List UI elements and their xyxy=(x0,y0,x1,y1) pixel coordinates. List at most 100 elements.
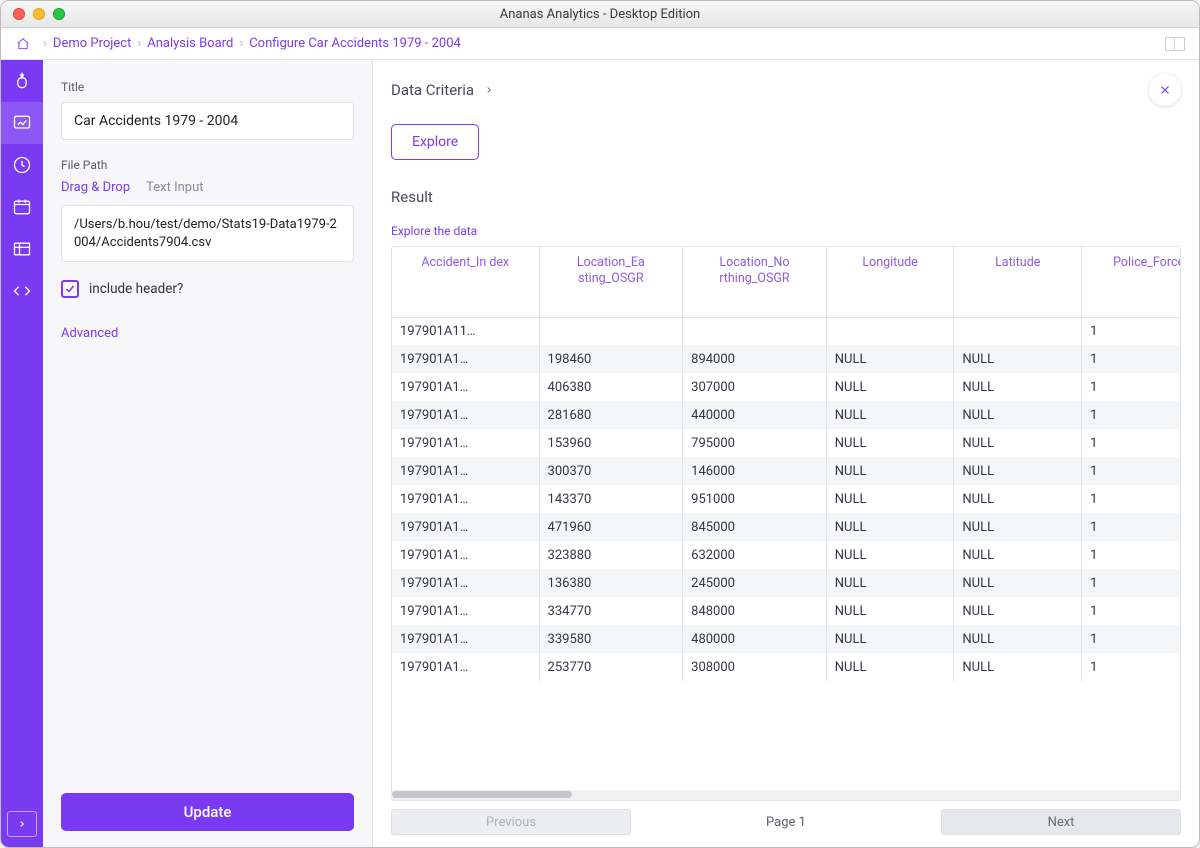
table-cell: 1 xyxy=(1082,317,1180,345)
table-cell: 1 xyxy=(1082,653,1180,681)
breadcrumb-step[interactable]: Configure Car Accidents 1979 - 2004 xyxy=(249,36,461,51)
table-row[interactable]: 197901A1…281680440000NULLNULL1322 xyxy=(392,401,1180,429)
window-minimize-icon[interactable] xyxy=(33,8,45,20)
table-cell: 339580 xyxy=(539,625,683,653)
explore-button[interactable]: Explore xyxy=(391,124,479,160)
tab-text-input[interactable]: Text Input xyxy=(146,180,203,195)
table-cell: 848000 xyxy=(683,597,827,625)
nav-code-icon[interactable] xyxy=(1,270,43,312)
table-cell: 323880 xyxy=(539,541,683,569)
breadcrumb-project[interactable]: Demo Project xyxy=(53,36,131,51)
tab-drag-drop[interactable]: Drag & Drop xyxy=(61,180,130,195)
column-header[interactable]: Police_Force xyxy=(1082,247,1180,317)
table-cell: 197901A1… xyxy=(392,569,539,597)
table-cell: 1 xyxy=(1082,429,1180,457)
table-cell: NULL xyxy=(826,541,954,569)
column-header[interactable]: Location_Ea sting_OSGR xyxy=(539,247,683,317)
close-panel-button[interactable] xyxy=(1149,74,1181,106)
nav-board-icon[interactable] xyxy=(1,102,43,144)
table-cell: NULL xyxy=(826,597,954,625)
table-cell: 197901A1… xyxy=(392,373,539,401)
table-row[interactable]: 197901A1…339580480000NULLNULL1221 xyxy=(392,625,1180,653)
include-header-checkbox[interactable] xyxy=(61,280,79,298)
page-indicator: Page 1 xyxy=(641,815,931,830)
pagination: Previous Page 1 Next xyxy=(391,809,1181,835)
table-cell: 1 xyxy=(1082,373,1180,401)
table-row[interactable]: 197901A1…406380307000NULLNULL1323 xyxy=(392,373,1180,401)
table-cell: 1 xyxy=(1082,513,1180,541)
table-cell: 406380 xyxy=(539,373,683,401)
table-row[interactable]: 197901A1…198460894000NULLNULL1311 xyxy=(392,345,1180,373)
table-cell: 253770 xyxy=(539,653,683,681)
window-close-icon[interactable] xyxy=(13,8,25,20)
table-cell: 197901A1… xyxy=(392,401,539,429)
nav-rail xyxy=(1,60,43,847)
explore-data-link[interactable]: Explore the data xyxy=(391,224,1181,238)
filepath-display[interactable]: /Users/b.hou/test/demo/Stats19-Data1979-… xyxy=(61,205,354,262)
nav-history-icon[interactable] xyxy=(1,144,43,186)
table-cell: NULL xyxy=(826,653,954,681)
table-cell: NULL xyxy=(826,429,954,457)
titlebar: Ananas Analytics - Desktop Edition xyxy=(1,1,1199,28)
table-cell: 1 xyxy=(1082,485,1180,513)
next-page-button[interactable]: Next xyxy=(941,809,1181,835)
layout-toggle-icon[interactable] xyxy=(1165,37,1185,51)
table-cell: 795000 xyxy=(683,429,827,457)
chevron-right-icon[interactable] xyxy=(484,84,494,96)
table-cell: NULL xyxy=(826,569,954,597)
table-row[interactable]: 197901A1…136380245000NULLNULL1321 xyxy=(392,569,1180,597)
horizontal-scrollbar[interactable] xyxy=(392,790,1180,800)
breadcrumb-sep: › xyxy=(43,36,47,51)
table-cell: 471960 xyxy=(539,513,683,541)
table-cell: NULL xyxy=(954,429,1082,457)
nav-collapse-button[interactable] xyxy=(7,811,37,837)
column-header[interactable]: Location_No rthing_OSGR xyxy=(683,247,827,317)
nav-pineapple-icon[interactable] xyxy=(1,60,43,102)
table-cell: NULL xyxy=(826,513,954,541)
table-row[interactable]: 197901A1…300370146000NULLNULL1311 xyxy=(392,457,1180,485)
result-table: Accident_In dexLocation_Ea sting_OSGRLoc… xyxy=(391,246,1181,801)
table-row[interactable]: 197901A1…143370951000NULLNULL1322 xyxy=(392,485,1180,513)
table-cell: 198460 xyxy=(539,345,683,373)
filepath-label: File Path xyxy=(61,158,354,172)
nav-data-icon[interactable] xyxy=(1,228,43,270)
previous-page-button[interactable]: Previous xyxy=(391,809,631,835)
table-cell: NULL xyxy=(954,597,1082,625)
table-cell: 153960 xyxy=(539,429,683,457)
breadcrumb-board[interactable]: Analysis Board xyxy=(147,36,233,51)
nav-schedule-icon[interactable] xyxy=(1,186,43,228)
table-row[interactable]: 197901A1…334770848000NULLNULL1311 xyxy=(392,597,1180,625)
table-cell: 1 xyxy=(1082,569,1180,597)
table-cell: NULL xyxy=(826,345,954,373)
update-button[interactable]: Update xyxy=(61,793,354,831)
column-header[interactable]: Longitude xyxy=(826,247,954,317)
table-cell xyxy=(683,317,827,345)
advanced-link[interactable]: Advanced xyxy=(61,326,354,341)
main-panel: Data Criteria Explore Result Explore the… xyxy=(373,60,1199,847)
table-row[interactable]: 197901A1…471960845000NULLNULL1321 xyxy=(392,513,1180,541)
title-input[interactable] xyxy=(61,102,354,140)
table-cell: 197901A1… xyxy=(392,345,539,373)
table-cell: 197901A1… xyxy=(392,429,539,457)
home-icon[interactable] xyxy=(15,37,31,51)
table-cell: 1 xyxy=(1082,457,1180,485)
table-row[interactable]: 197901A1…323880632000NULLNULL1211 xyxy=(392,541,1180,569)
table-cell: NULL xyxy=(826,457,954,485)
table-cell: NULL xyxy=(826,401,954,429)
table-row[interactable]: 197901A1…153960795000NULLNULL1221 xyxy=(392,429,1180,457)
table-cell: 143370 xyxy=(539,485,683,513)
table-cell: NULL xyxy=(954,401,1082,429)
table-cell: 1 xyxy=(1082,345,1180,373)
table-row[interactable]: 197901A1…253770308000NULLNULL1311 xyxy=(392,653,1180,681)
table-cell: 197901A1… xyxy=(392,513,539,541)
table-cell: NULL xyxy=(954,373,1082,401)
table-row[interactable]: 197901A11…1321 xyxy=(392,317,1180,345)
table-cell: 197901A1… xyxy=(392,597,539,625)
table-cell: 281680 xyxy=(539,401,683,429)
table-cell xyxy=(826,317,954,345)
table-cell: NULL xyxy=(954,513,1082,541)
window-zoom-icon[interactable] xyxy=(53,8,65,20)
column-header[interactable]: Accident_In dex xyxy=(392,247,539,317)
config-panel: Title File Path Drag & Drop Text Input /… xyxy=(43,60,373,847)
column-header[interactable]: Latitude xyxy=(954,247,1082,317)
